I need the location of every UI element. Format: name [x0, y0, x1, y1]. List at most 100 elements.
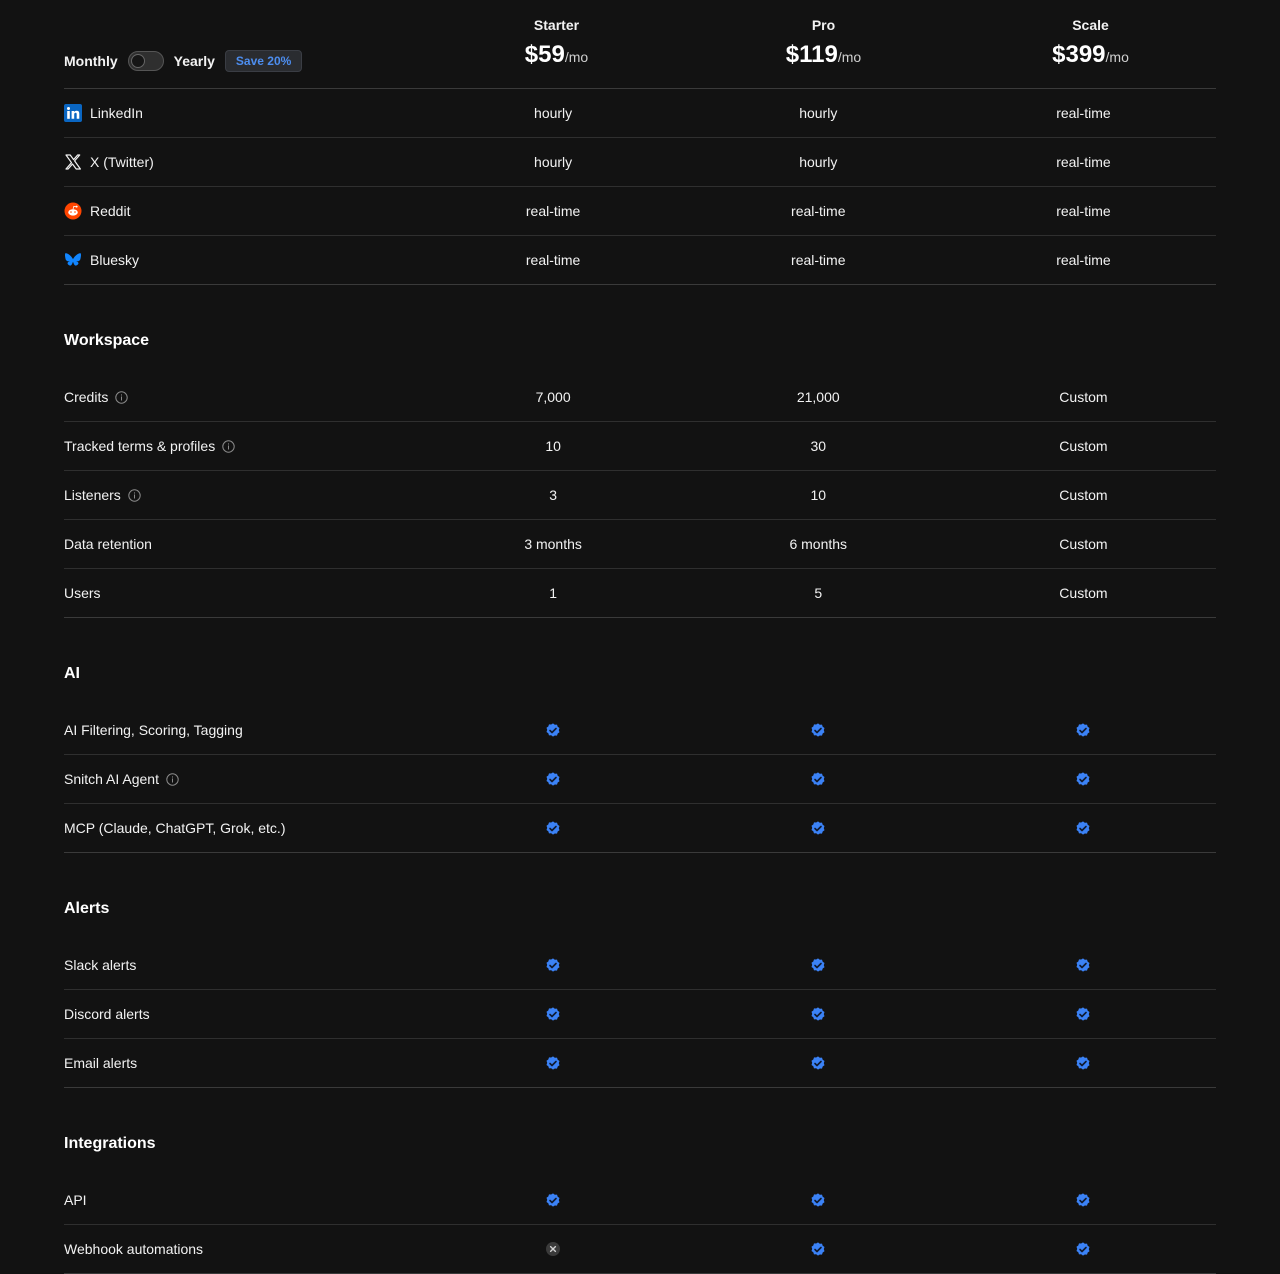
feature-row: MCP (Claude, ChatGPT, Grok, etc.)	[64, 804, 1216, 853]
platforms-section: LinkedIn hourly hourly real-time X (Twit…	[64, 89, 1216, 285]
monthly-label[interactable]: Monthly	[64, 53, 118, 69]
section-header: AI	[64, 618, 1216, 706]
value-cell	[951, 1241, 1216, 1257]
row-label: Snitch AI Agent	[64, 771, 421, 787]
row-label: Email alerts	[64, 1055, 421, 1071]
billing-period-toggle[interactable]	[127, 51, 164, 71]
value-cell: real-time	[1056, 203, 1111, 219]
value-cell: hourly	[534, 154, 573, 170]
feature-row: Discord alerts	[64, 990, 1216, 1039]
info-icon[interactable]	[115, 390, 129, 404]
platform-label: Bluesky	[90, 252, 140, 268]
feature-label: AI Filtering, Scoring, Tagging	[64, 722, 243, 738]
check-badge-icon	[1075, 1006, 1091, 1022]
platform-row-reddit: Reddit real-time real-time real-time	[64, 187, 1216, 236]
check-badge-icon	[810, 1241, 826, 1257]
check-badge-icon	[545, 1192, 561, 1208]
value-cell	[951, 1192, 1216, 1208]
check-badge-icon	[810, 1006, 826, 1022]
info-icon[interactable]	[222, 439, 235, 453]
value-cell: 3	[549, 487, 557, 503]
value-cell: 6 months	[789, 536, 848, 552]
feature-label: Tracked terms & profiles	[64, 438, 216, 454]
value-cell	[951, 957, 1216, 973]
info-icon[interactable]	[166, 772, 179, 786]
feature-label: Users	[64, 585, 101, 601]
feature-row: Webhook automations	[64, 1225, 1216, 1274]
value-cell	[686, 1241, 951, 1257]
value-cell: real-time	[791, 252, 846, 268]
plan-price-wrap: $399/mo	[957, 41, 1224, 69]
value-cell	[686, 1006, 951, 1022]
row-label: API	[64, 1192, 421, 1208]
feature-label: Email alerts	[64, 1055, 138, 1071]
feature-label: Data retention	[64, 536, 152, 552]
feature-label: Webhook automations	[64, 1241, 204, 1257]
plan-price: $119	[785, 41, 838, 68]
value-cell: 1	[549, 585, 557, 601]
plan-period: /mo	[1105, 49, 1129, 65]
check-badge-icon	[1075, 820, 1091, 836]
section-header: Alerts	[64, 853, 1216, 941]
platform-row-x: X (Twitter) hourly hourly real-time	[64, 138, 1216, 187]
value-cell: 30	[810, 438, 827, 454]
check-badge-icon	[545, 957, 561, 973]
check-badge-icon	[810, 771, 826, 787]
value-cell: hourly	[534, 105, 573, 121]
check-badge-icon	[1075, 1055, 1091, 1071]
save-badge: Save 20%	[224, 50, 303, 72]
value-cell	[421, 1192, 686, 1208]
feature-sections: Workspace Credits 7,000 21,000 Custom Tracked…	[64, 285, 1216, 1274]
row-label: Users	[64, 585, 421, 601]
feature-row: Email alerts	[64, 1039, 1216, 1088]
check-badge-icon	[810, 820, 826, 836]
workspace-section: Workspace Credits 7,000 21,000 Custom Tracked…	[64, 285, 1216, 618]
plan-period: /mo	[837, 49, 862, 65]
value-cell: real-time	[525, 203, 581, 219]
yearly-label[interactable]: Yearly	[174, 53, 215, 69]
integrations-section: Integrations API Webhook automations	[64, 1088, 1216, 1274]
section-title: AI	[64, 665, 80, 682]
value-cell: Custom	[1059, 389, 1108, 405]
check-badge-icon	[810, 1055, 826, 1071]
value-cell: real-time	[1056, 252, 1111, 268]
toggle-knob	[130, 54, 145, 68]
platform-label: LinkedIn	[90, 105, 143, 121]
row-label: Slack alerts	[64, 957, 421, 973]
value-cell: 7,000	[535, 389, 571, 405]
value-cell	[421, 957, 686, 973]
value-cell	[421, 1006, 686, 1022]
row-label: AI Filtering, Scoring, Tagging	[64, 722, 421, 738]
feature-row: Snitch AI Agent	[64, 755, 1216, 804]
section-title: Workspace	[64, 332, 150, 349]
linkedin-icon	[64, 104, 82, 122]
feature-label: Discord alerts	[64, 1006, 150, 1022]
reddit-icon	[64, 202, 82, 220]
plan-price: $399	[1052, 41, 1106, 68]
value-cell: Custom	[1059, 536, 1108, 552]
value-cell	[421, 1055, 686, 1071]
section-title: Integrations	[64, 1135, 156, 1152]
plan-name: Starter	[533, 17, 580, 33]
row-label: Credits	[64, 389, 421, 405]
feature-row: Users 1 5 Custom	[64, 569, 1216, 618]
row-label: Listeners	[64, 487, 421, 503]
value-cell: hourly	[799, 154, 838, 170]
value-cell	[421, 820, 686, 836]
value-cell: 5	[814, 585, 823, 601]
feature-row: Listeners 3 10 Custom	[64, 471, 1216, 520]
section-header: Integrations	[64, 1088, 1216, 1176]
plan-period: /mo	[564, 49, 589, 65]
ai-section: AI AI Filtering, Scoring, Tagging Snitch A…	[64, 618, 1216, 853]
check-badge-icon	[1075, 1192, 1091, 1208]
platform-row-bluesky: Bluesky real-time real-time real-time	[64, 236, 1216, 285]
info-icon[interactable]	[128, 488, 141, 502]
check-badge-icon	[545, 820, 561, 836]
value-cell: 21,000	[796, 389, 840, 405]
plan-price: $59	[524, 41, 565, 68]
feature-label: API	[64, 1192, 87, 1208]
check-badge-icon	[810, 1192, 826, 1208]
bluesky-icon	[64, 251, 82, 269]
value-cell	[421, 722, 686, 738]
value-cell	[421, 1241, 686, 1257]
